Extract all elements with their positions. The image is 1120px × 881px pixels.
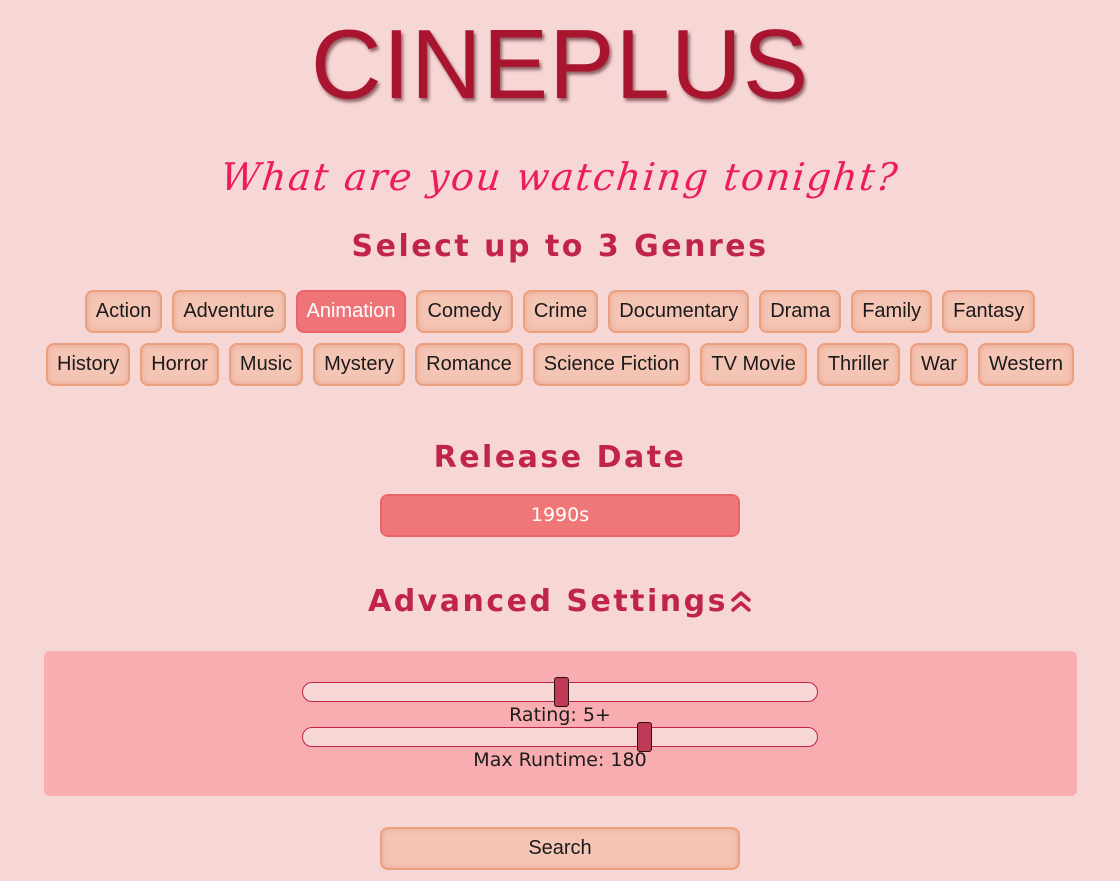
genre-chip-drama[interactable]: Drama [759,290,842,333]
advanced-settings-label: Advanced Settings [367,584,728,619]
genre-chip-history[interactable]: History [46,343,131,386]
genre-chip-music[interactable]: Music [228,343,304,386]
genre-chip-tv-movie[interactable]: TV Movie [700,343,807,386]
genre-chip-mystery[interactable]: Mystery [313,343,406,386]
rating-label: Rating: 5+ [509,704,611,726]
genre-chip-war[interactable]: War [909,343,968,386]
genre-row-1: Action Adventure Animation Comedy Crime Docum… [0,290,1120,333]
advanced-settings-toggle[interactable]: Advanced Settings [0,583,1120,621]
genre-row-2: History Horror Music Mystery Romance Science … [0,343,1120,386]
genre-chip-horror[interactable]: Horror [140,343,219,386]
genre-chip-crime[interactable]: Crime [522,290,599,333]
genre-chip-western[interactable]: Western [977,343,1074,386]
app-logo: CINEPLUS [310,9,810,119]
genre-chip-thriller[interactable]: Thriller [816,343,900,386]
genre-chip-fantasy[interactable]: Fantasy [942,290,1036,333]
genres-heading: Select up to 3 Genres [351,229,769,264]
tagline: What are you watching tonight? [218,155,902,199]
genre-chip-comedy[interactable]: Comedy [416,290,513,333]
double-chevron-up-icon [731,591,751,612]
release-date-selector[interactable]: 1990s [380,494,740,537]
runtime-slider[interactable] [302,722,818,752]
runtime-label: Max Runtime: 180 [473,749,647,771]
genre-chip-science-fiction[interactable]: Science Fiction [532,343,691,386]
genre-chip-action[interactable]: Action [84,290,163,333]
rating-slider[interactable] [302,677,818,707]
genre-chip-romance[interactable]: Romance [415,343,523,386]
search-button[interactable]: Search [380,827,740,870]
genre-chip-animation[interactable]: Animation [295,290,407,333]
release-date-heading: Release Date [433,440,687,475]
genre-chip-adventure[interactable]: Adventure [172,290,286,333]
genre-chip-family[interactable]: Family [851,290,933,333]
genre-chip-documentary[interactable]: Documentary [608,290,750,333]
